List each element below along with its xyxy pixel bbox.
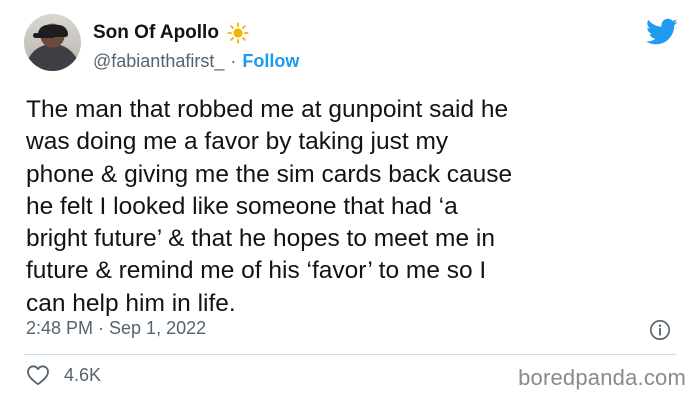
tweet-timestamp[interactable]: 2:48 PM · Sep 1, 2022 [26, 318, 206, 339]
like-count: 4.6K [64, 364, 102, 385]
divider [24, 354, 676, 355]
avatar[interactable] [24, 14, 81, 71]
tweet-text: The man that robbed me at gunpoint said … [26, 96, 513, 317]
watermark: boredpanda.com [518, 365, 686, 390]
author-name-row: Son Of Apollo [93, 22, 249, 44]
heart-icon [27, 365, 49, 386]
author-handle[interactable]: @fabianthafirst_ [93, 51, 224, 72]
avatar-cap-brim [33, 33, 55, 38]
info-icon[interactable] [649, 319, 671, 341]
sun-icon [227, 22, 249, 44]
twitter-bird-icon[interactable] [646, 18, 678, 46]
author-handle-row: @fabianthafirst_ · Follow [93, 51, 299, 72]
follow-button[interactable]: Follow [242, 51, 299, 72]
like-button[interactable]: 4.6K [26, 364, 101, 386]
author-display-name[interactable]: Son Of Apollo [93, 22, 219, 44]
tweet-card: Son Of Apollo @fabianthafirst_ · Follow … [0, 0, 700, 401]
separator-dot: · [230, 51, 237, 71]
